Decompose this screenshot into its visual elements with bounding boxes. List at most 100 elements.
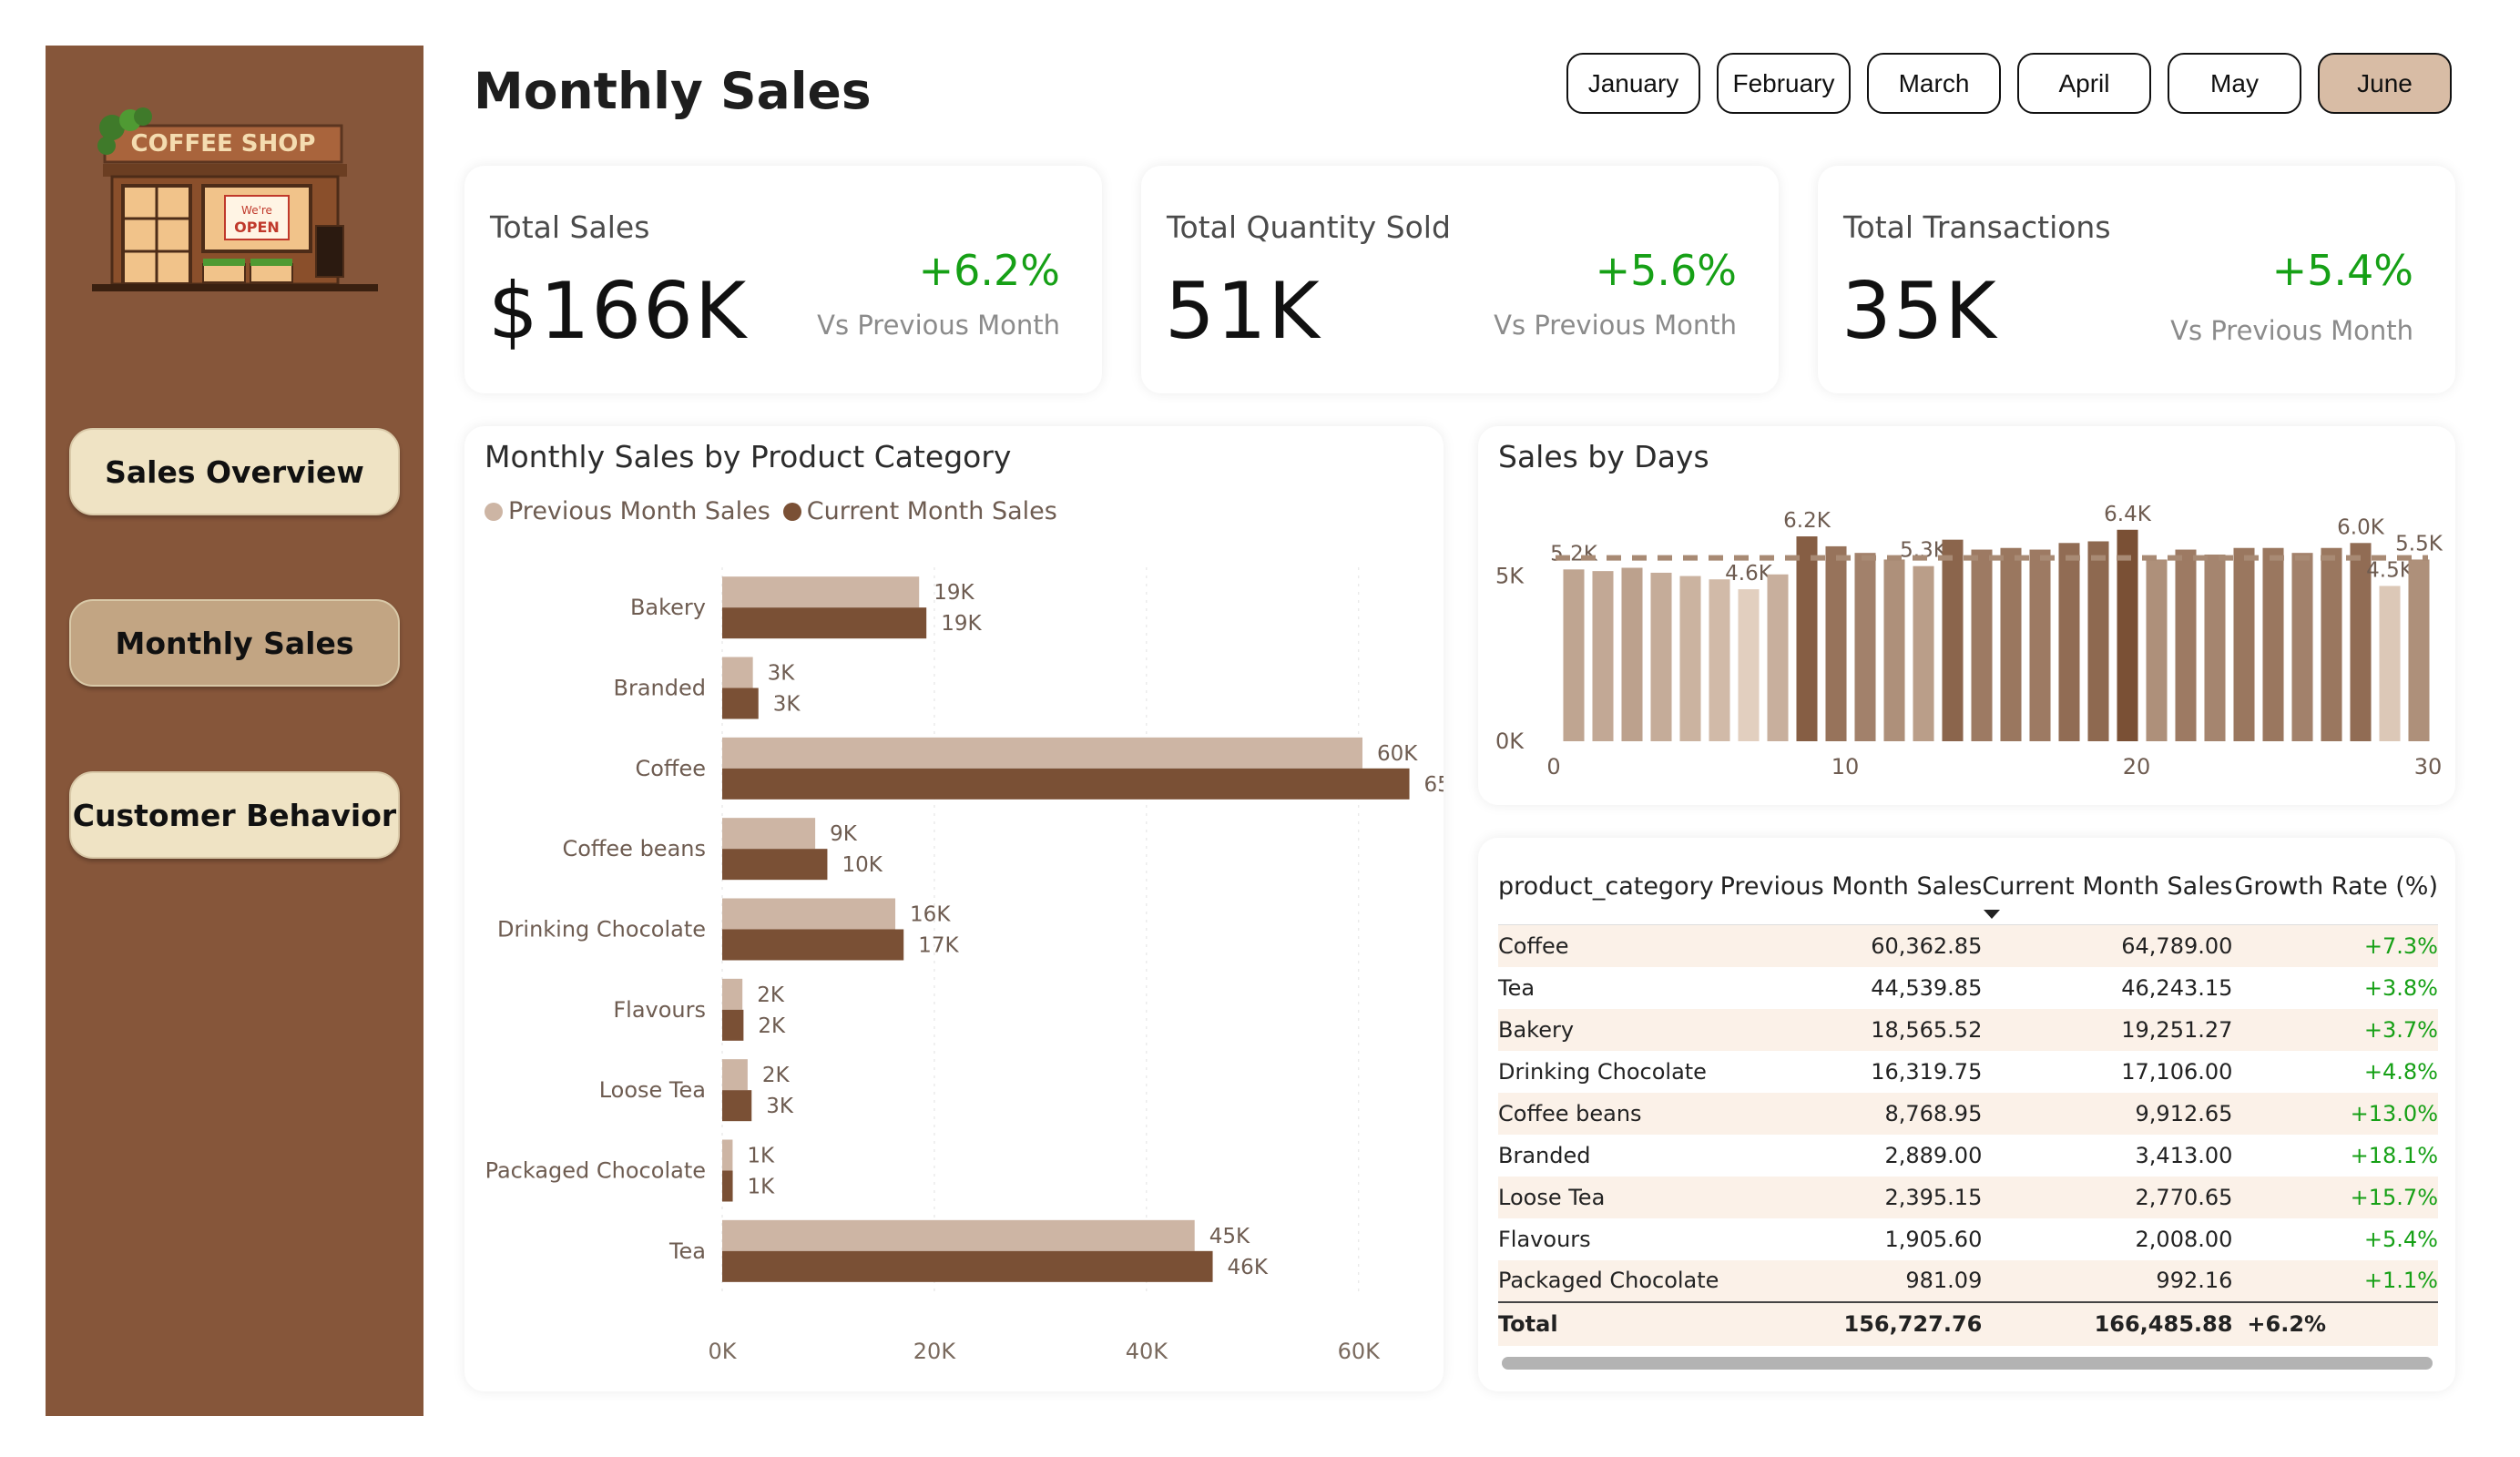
page-title: Monthly Sales: [474, 62, 872, 120]
bar-previous: [722, 1139, 733, 1171]
table-horizontal-scrollbar[interactable]: [1502, 1357, 2433, 1370]
kpi-delta: +6.2%: [918, 246, 1060, 295]
x-tick-label: 40K: [1126, 1339, 1169, 1364]
bar-previous: [722, 657, 753, 688]
bar-data-label: 19K: [934, 581, 974, 605]
cell-current-sales: 19,251.27: [1982, 1008, 2233, 1051]
sort-descending-icon: [1984, 910, 2001, 919]
kpi-title: Total Quantity Sold: [1167, 209, 1451, 245]
cell-category: Tea: [1498, 974, 1535, 1001]
category-label: Bakery: [630, 595, 706, 620]
bar-previous: [722, 1059, 748, 1091]
month-slicer: January February March April May June: [1566, 53, 2452, 114]
bar-current: [722, 688, 759, 719]
bar-data-label: 3K: [766, 1095, 794, 1118]
bar-previous: [722, 898, 896, 930]
month-button-june[interactable]: June: [2318, 53, 2452, 114]
category-table-panel: product_category Previous Month Sales Cu…: [1478, 838, 2455, 1391]
bar-data-label: 9K: [830, 822, 858, 846]
cell-category: Flavours: [1498, 1226, 1591, 1252]
x-tick-label: 10: [1831, 754, 1860, 779]
bar-current: [722, 1090, 752, 1122]
month-button-may[interactable]: May: [2168, 53, 2301, 114]
cell-growth-rate: +15.7%: [2232, 1176, 2438, 1218]
bar-data-label: 46K: [1228, 1256, 1269, 1279]
cell-category: Branded: [1498, 1142, 1591, 1168]
column-header-growth[interactable]: Growth Rate (%): [2232, 861, 2438, 925]
bar-data-label: 60K: [1377, 742, 1418, 766]
cell-growth-rate: +1.1%: [2232, 1259, 2438, 1302]
cell-previous-sales: 981.09: [1719, 1259, 1983, 1302]
day-bar: [1592, 571, 1614, 741]
nav-monthly-sales[interactable]: Monthly Sales: [69, 599, 400, 687]
cell-current-sales: 9,912.65: [1982, 1092, 2233, 1135]
sidebar: COFFEE SHOP We're OPEN Sales Overview Mo…: [46, 46, 423, 1416]
category-label: Branded: [614, 676, 706, 701]
month-button-january[interactable]: January: [1566, 53, 1700, 114]
bar-current: [722, 1250, 1213, 1282]
day-bar: [1650, 572, 1672, 741]
day-bar: [2204, 554, 2226, 741]
column-header-category[interactable]: product_category: [1498, 861, 1720, 925]
total-label: Total: [1498, 1300, 1720, 1346]
month-button-april[interactable]: April: [2017, 53, 2151, 114]
column-header-previous[interactable]: Previous Month Sales: [1719, 861, 1983, 925]
nav-sales-overview[interactable]: Sales Overview: [69, 428, 400, 515]
bar-current: [722, 768, 1410, 800]
bar-data-label: 45K: [1209, 1225, 1250, 1248]
table-row[interactable]: Coffee beans 8,768.95 9,912.65 +13.0%: [1498, 1092, 2438, 1135]
table-row[interactable]: Branded 2,889.00 3,413.00 +18.1%: [1498, 1135, 2438, 1177]
nav-customer-behavior[interactable]: Customer Behavior: [69, 771, 400, 859]
cell-current-sales: 2,008.00: [2135, 1226, 2233, 1252]
cell-current-sales: 992.16: [1982, 1259, 2233, 1302]
x-tick-label: 20: [2123, 754, 2151, 779]
cell-growth-rate: +13.0%: [2232, 1092, 2438, 1135]
bar-data-label: 65K: [1424, 773, 1444, 797]
cell-growth-rate: +3.7%: [2232, 1008, 2438, 1051]
table-row[interactable]: Bakery 18,565.52 19,251.27 +3.7%: [1498, 1008, 2438, 1051]
total-current-sales: 166,485.88: [1982, 1300, 2233, 1346]
coffee-shop-logo: COFFEE SHOP We're OPEN: [92, 107, 378, 291]
cell-growth-rate: +18.1%: [2350, 1142, 2438, 1168]
bar-previous: [722, 576, 920, 608]
column-header-current[interactable]: Current Month Sales: [1982, 861, 2233, 925]
table-row[interactable]: Drinking Chocolate 16,319.75 17,106.00 +4.8…: [1498, 1051, 2438, 1093]
day-bar: [1796, 536, 1818, 741]
category-chart-panel: Monthly Sales by Product Category Previo…: [464, 426, 1444, 1391]
day-bar: [2233, 547, 2255, 741]
day-bar: [2117, 529, 2138, 741]
cell-current-sales: 64,789.00: [1982, 924, 2233, 967]
kpi-comparison-label: Vs Previous Month: [1494, 310, 1737, 341]
day-bar-data-label: 6.0K: [2337, 515, 2385, 539]
table-row[interactable]: Packaged Chocolate 981.09 992.16 +1.1%: [1498, 1259, 2438, 1302]
bar-current: [722, 1170, 733, 1202]
cell-category: Loose Tea: [1498, 1176, 1720, 1218]
table-row[interactable]: Loose Tea 2,395.15 2,770.65 +15.7%: [1498, 1176, 2438, 1218]
month-button-march[interactable]: March: [1867, 53, 2001, 114]
day-bar: [1942, 539, 1964, 741]
cell-growth-rate: +3.8%: [2363, 974, 2438, 1001]
x-tick-label: 20K: [913, 1339, 957, 1364]
table-total-row: Total 156,727.76 166,485.88 +6.2%: [1498, 1300, 2438, 1346]
kpi-value: $166K: [488, 266, 749, 357]
day-bar-data-label: 5.2K: [1550, 542, 1598, 565]
table-row[interactable]: Coffee 60,362.85 64,789.00 +7.3%: [1498, 924, 2438, 967]
day-bar: [2146, 559, 2168, 741]
table-row[interactable]: Flavours 1,905.60 2,008.00 +5.4%: [1498, 1218, 2438, 1260]
y-tick-label: 0K: [1495, 728, 1525, 754]
day-bar: [1709, 579, 1730, 741]
bar-data-label: 16K: [910, 903, 951, 927]
x-tick-label: 60K: [1338, 1339, 1382, 1364]
kpi-comparison-label: Vs Previous Month: [2170, 315, 2413, 346]
category-label: Coffee: [635, 756, 706, 781]
table-row[interactable]: Tea 44,539.85 46,243.15 +3.8%: [1498, 967, 2438, 1009]
table-header-row: product_category Previous Month Sales Cu…: [1498, 861, 2438, 925]
bar-data-label: 10K: [842, 853, 883, 877]
month-button-february[interactable]: February: [1717, 53, 1851, 114]
bar-data-label: 3K: [773, 693, 801, 717]
day-bar: [1913, 565, 1934, 741]
day-bar-data-label: 6.2K: [1783, 509, 1831, 533]
cell-current-sales: 17,106.00: [2121, 1058, 2233, 1085]
category-label: Packaged Chocolate: [485, 1158, 706, 1184]
kpi-value: 51K: [1165, 266, 1321, 357]
